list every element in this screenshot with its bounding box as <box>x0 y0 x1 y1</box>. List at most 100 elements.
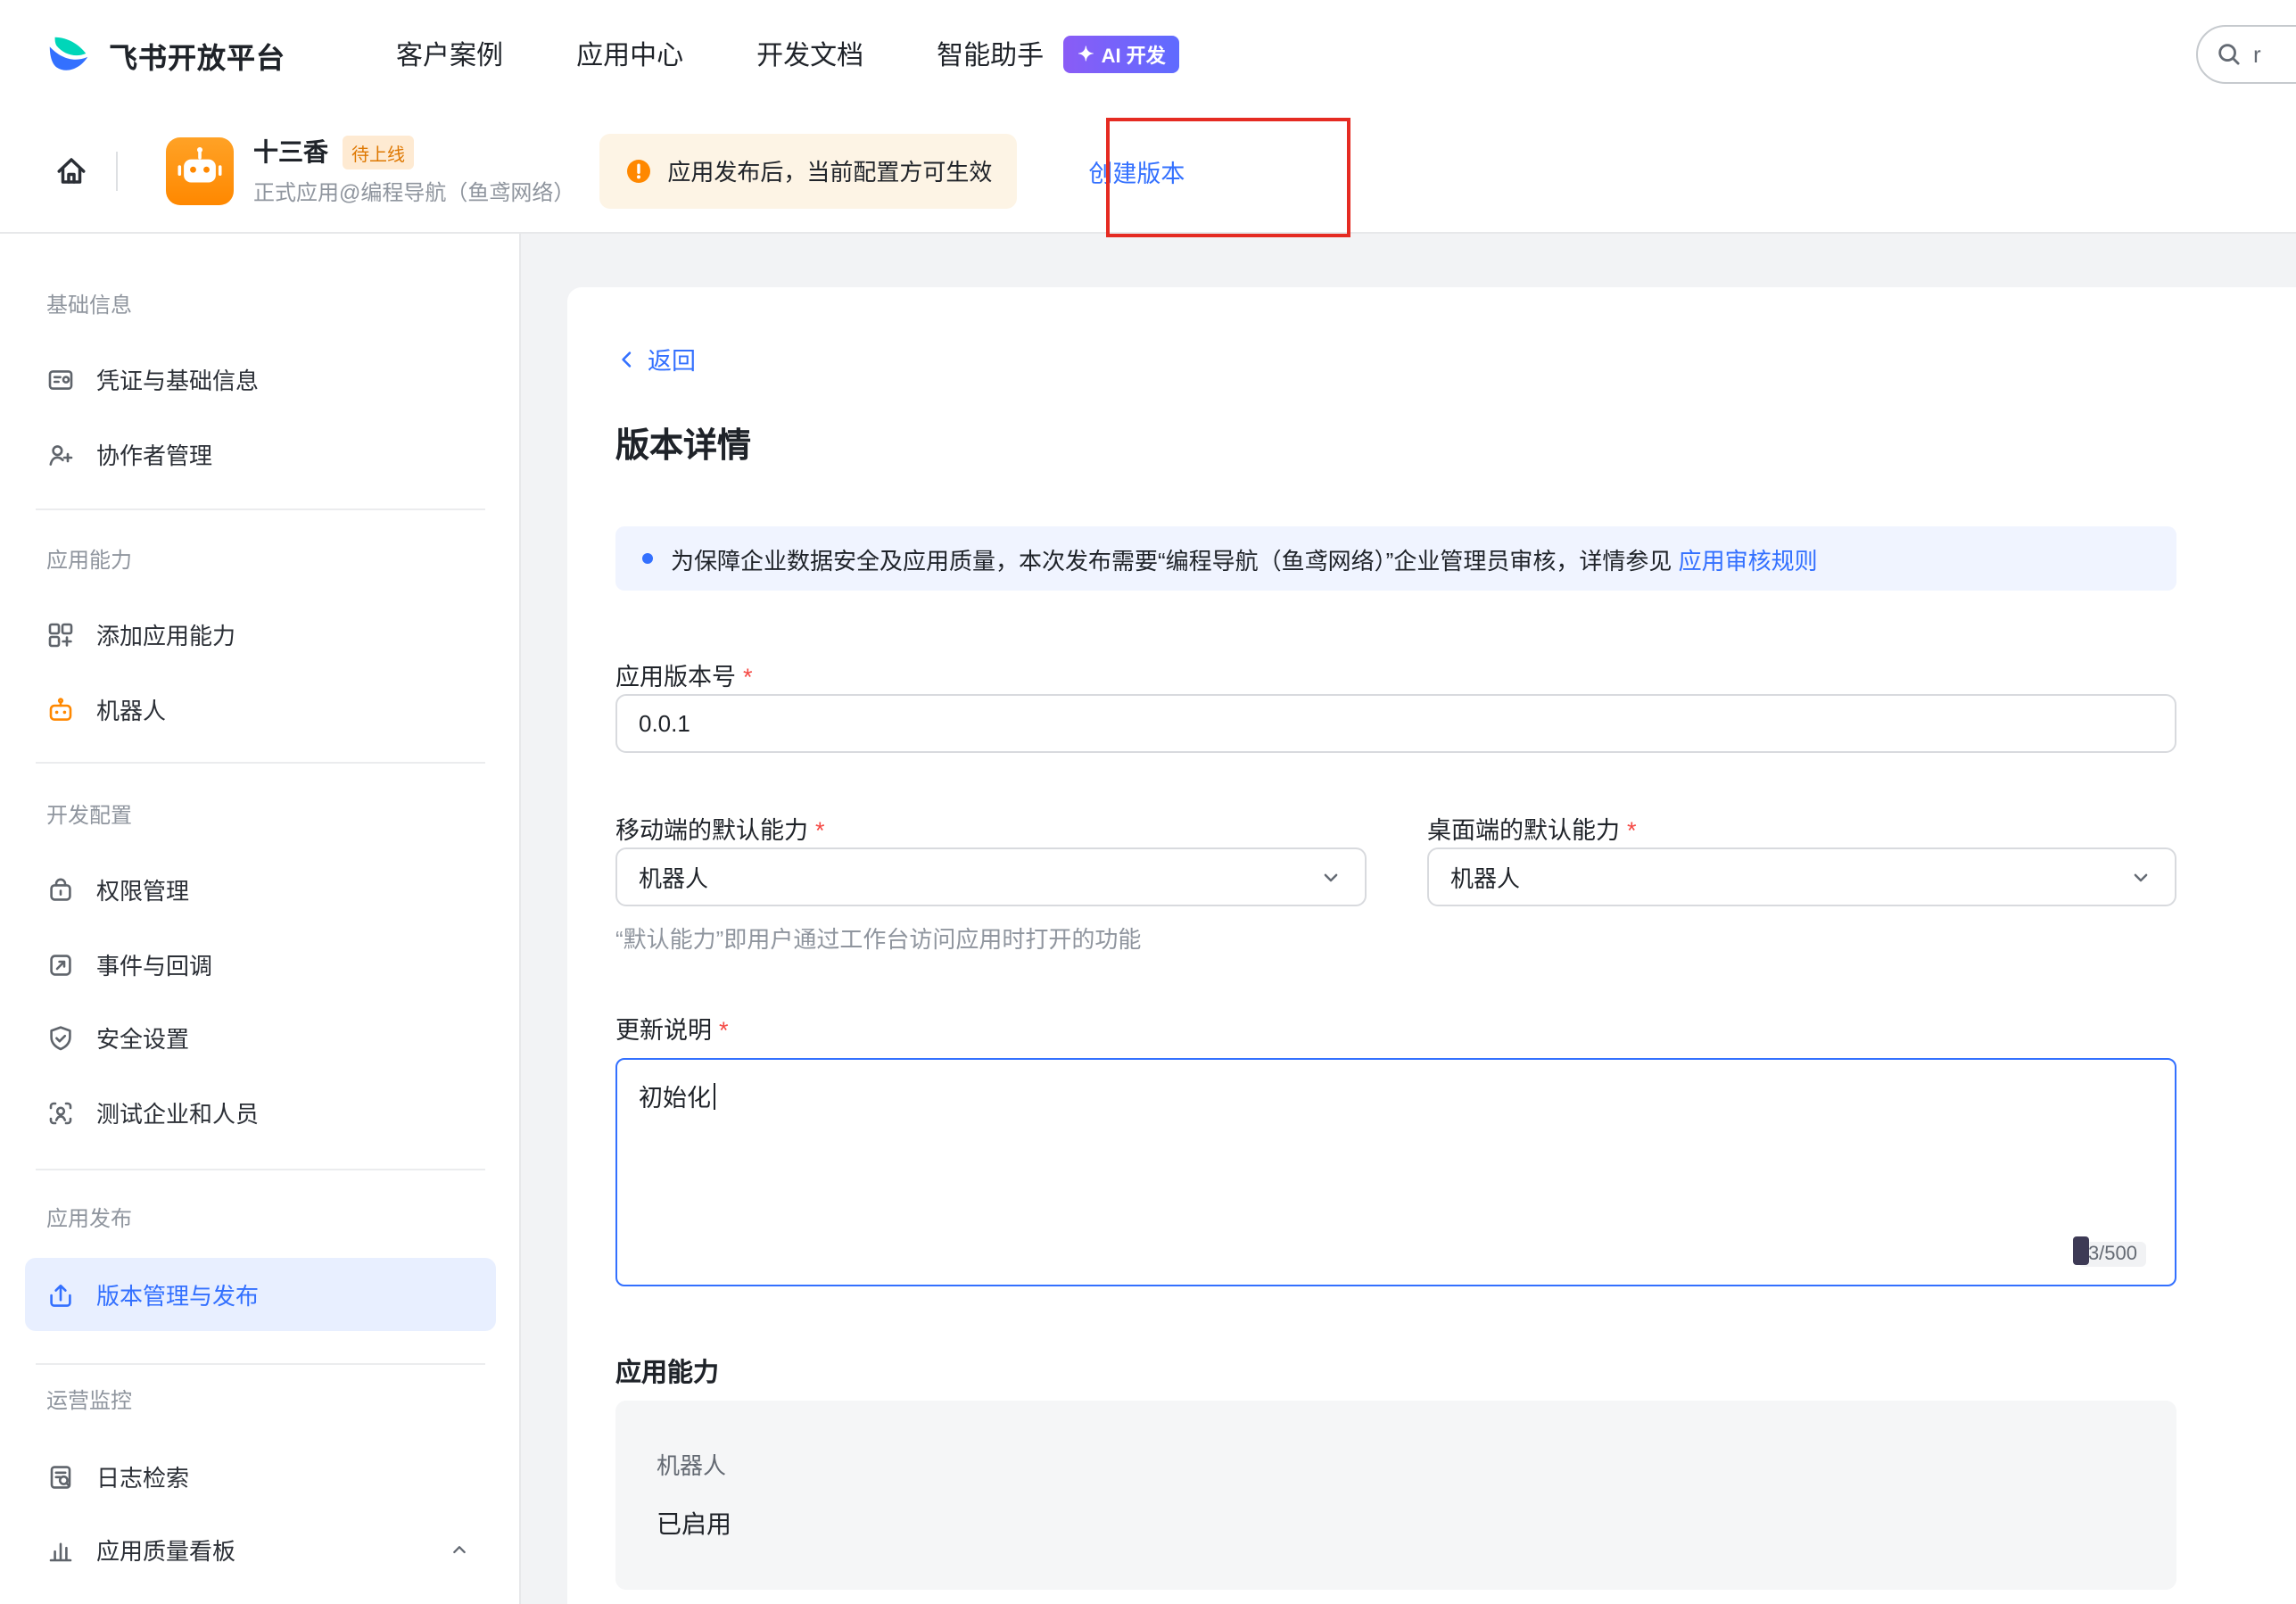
sidebar-item-label: 安全设置 <box>96 1021 189 1054</box>
event-callback-icon <box>46 950 75 979</box>
nav-item-docs[interactable]: 开发文档 <box>756 36 863 73</box>
sidebar-item-bot[interactable]: 机器人 <box>25 673 496 746</box>
mobile-capability-label: 移动端的默认能力* <box>615 810 825 846</box>
permission-icon <box>46 875 75 904</box>
capability-section-title: 应用能力 <box>615 1352 719 1390</box>
robot-icon <box>46 695 75 723</box>
default-capability-hint: “默认能力”即用户通过工作台访问应用时打开的功能 <box>615 921 1141 955</box>
sidebar-section-monitoring: 运营监控 <box>46 1385 132 1415</box>
sidebar-divider <box>36 762 485 764</box>
search-text-fragment: r <box>2253 41 2261 68</box>
top-navigation: 飞书开放平台 客户案例 应用中心 开发文档 智能助手 ✦ AI 开发 r <box>0 0 2296 109</box>
sidebar-item-label: 日志检索 <box>96 1459 189 1493</box>
review-notice-banner: 为保障企业数据安全及应用质量，本次发布需要“编程导航（鱼鸢网络）”企业管理员审核… <box>615 526 2176 591</box>
main-area: 返回 版本详情 为保障企业数据安全及应用质量，本次发布需要“编程导航（鱼鸢网络）… <box>521 234 2296 1604</box>
text-caret <box>713 1083 715 1110</box>
sidebar-item-collaborators[interactable]: 协作者管理 <box>25 418 496 491</box>
log-search-icon <box>46 1462 75 1491</box>
sidebar-item-label: 测试企业和人员 <box>96 1096 259 1129</box>
create-version-button[interactable]: 创建版本 <box>1088 153 1185 188</box>
ai-dev-badge[interactable]: ✦ AI 开发 <box>1063 36 1180 73</box>
credential-icon <box>46 365 75 393</box>
review-rules-link[interactable]: 应用审核规则 <box>1679 547 1818 574</box>
search-icon <box>2216 41 2242 68</box>
sidebar-item-label: 事件与回调 <box>96 947 212 981</box>
sidebar-item-label: 版本管理与发布 <box>96 1277 259 1311</box>
nav-item-app-center[interactable]: 应用中心 <box>576 36 683 73</box>
sidebar-item-permissions[interactable]: 权限管理 <box>25 853 496 926</box>
version-number-label: 应用版本号* <box>615 657 753 692</box>
nav-item-assistant[interactable]: 智能助手 <box>937 36 1044 73</box>
shield-icon <box>46 1023 75 1052</box>
mobile-capability-select[interactable]: 机器人 <box>615 847 1367 906</box>
back-label: 返回 <box>648 341 696 376</box>
robot-avatar-icon <box>169 140 230 201</box>
sidebar-divider <box>36 508 485 510</box>
required-mark: * <box>719 1017 729 1044</box>
sidebar-item-quality-dashboard[interactable]: 应用质量看板 <box>25 1513 496 1586</box>
chevron-up-icon[interactable] <box>448 1538 471 1561</box>
desktop-capability-select[interactable]: 机器人 <box>1427 847 2176 906</box>
app-header: 十三香 待上线 正式应用@编程导航（鱼鸢网络） 应用发布后，当前配置方可生效 创… <box>0 109 2296 234</box>
bar-chart-icon <box>46 1535 75 1564</box>
sidebar-item-credentials[interactable]: 凭证与基础信息 <box>25 343 496 416</box>
app-identity: 十三香 待上线 正式应用@编程导航（鱼鸢网络） <box>253 134 574 207</box>
warning-icon <box>624 156 653 185</box>
collaborator-icon <box>46 440 75 468</box>
brand-name: 飞书开放平台 <box>109 33 285 76</box>
status-badge: 待上线 <box>343 135 414 169</box>
notice-text: 为保障企业数据安全及应用质量，本次发布需要“编程导航（鱼鸢网络）”企业管理员审核… <box>671 542 1818 575</box>
desktop-capability-value: 机器人 <box>1450 860 1520 894</box>
sidebar-section-basic-info: 基础信息 <box>46 289 132 319</box>
back-link[interactable]: 返回 <box>615 341 696 376</box>
release-notes-value: 初始化 <box>639 1085 711 1112</box>
notice-dot-icon <box>642 553 653 564</box>
sidebar-item-log-search[interactable]: 日志检索 <box>25 1440 496 1513</box>
required-mark: * <box>743 664 753 690</box>
header-divider <box>116 151 118 190</box>
chevron-down-icon <box>1318 864 1343 889</box>
capability-item-status: 已启用 <box>657 1506 2135 1542</box>
app-icon <box>166 136 234 204</box>
sidebar-item-events[interactable]: 事件与回调 <box>25 928 496 1001</box>
sidebar-section-dev-config: 开发配置 <box>46 799 132 830</box>
release-upload-icon <box>46 1280 75 1309</box>
warning-text: 应用发布后，当前配置方可生效 <box>667 153 992 187</box>
sidebar-item-add-capability[interactable]: 添加应用能力 <box>25 598 496 671</box>
page-title: 版本详情 <box>615 419 751 467</box>
release-notes-textarea[interactable]: 初始化 3/500 <box>615 1058 2176 1286</box>
sidebar-item-version-release[interactable]: 版本管理与发布 <box>25 1258 496 1331</box>
home-icon[interactable] <box>54 153 89 188</box>
sidebar-item-label: 权限管理 <box>96 872 189 906</box>
version-number-input[interactable] <box>615 694 2176 753</box>
sidebar-section-release: 应用发布 <box>46 1203 132 1233</box>
sidebar-item-test-company[interactable]: 测试企业和人员 <box>25 1076 496 1149</box>
sidebar-item-label: 机器人 <box>96 692 166 726</box>
mobile-capability-value: 机器人 <box>639 860 708 894</box>
sidebar-item-label: 添加应用能力 <box>96 617 235 651</box>
sidebar: 基础信息 凭证与基础信息 协作者管理 应用能力 添加应用能力 机器人 开发配置 … <box>0 234 521 1604</box>
nav-item-cases[interactable]: 客户案例 <box>396 36 503 73</box>
mouse-cursor <box>2074 1236 2090 1265</box>
ai-badge-label: AI 开发 <box>1102 40 1166 69</box>
sidebar-divider <box>36 1169 485 1170</box>
sidebar-item-label: 凭证与基础信息 <box>96 362 259 396</box>
app-name: 十三香 <box>253 134 328 169</box>
desktop-capability-label: 桌面端的默认能力* <box>1427 810 1637 846</box>
test-scan-icon <box>46 1098 75 1127</box>
sparkle-icon: ✦ <box>1078 43 1094 66</box>
required-mark: * <box>815 817 825 844</box>
add-capability-icon <box>46 620 75 649</box>
version-detail-card: 返回 版本详情 为保障企业数据安全及应用质量，本次发布需要“编程导航（鱼鸢网络）… <box>567 287 2296 1604</box>
sidebar-item-security[interactable]: 安全设置 <box>25 1001 496 1074</box>
search-input[interactable]: r <box>2196 25 2296 84</box>
publish-warning-banner: 应用发布后，当前配置方可生效 <box>599 133 1017 208</box>
required-mark: * <box>1627 817 1637 844</box>
capability-box: 机器人 已启用 <box>615 1401 2176 1590</box>
app-subtitle: 正式应用@编程导航（鱼鸢网络） <box>253 177 574 207</box>
nav-menu: 客户案例 应用中心 开发文档 智能助手 <box>396 36 1044 73</box>
sidebar-item-label: 应用质量看板 <box>96 1533 235 1567</box>
feishu-bird-icon <box>45 30 93 79</box>
sidebar-item-label: 协作者管理 <box>96 437 212 471</box>
feishu-logo[interactable]: 飞书开放平台 <box>45 30 285 79</box>
